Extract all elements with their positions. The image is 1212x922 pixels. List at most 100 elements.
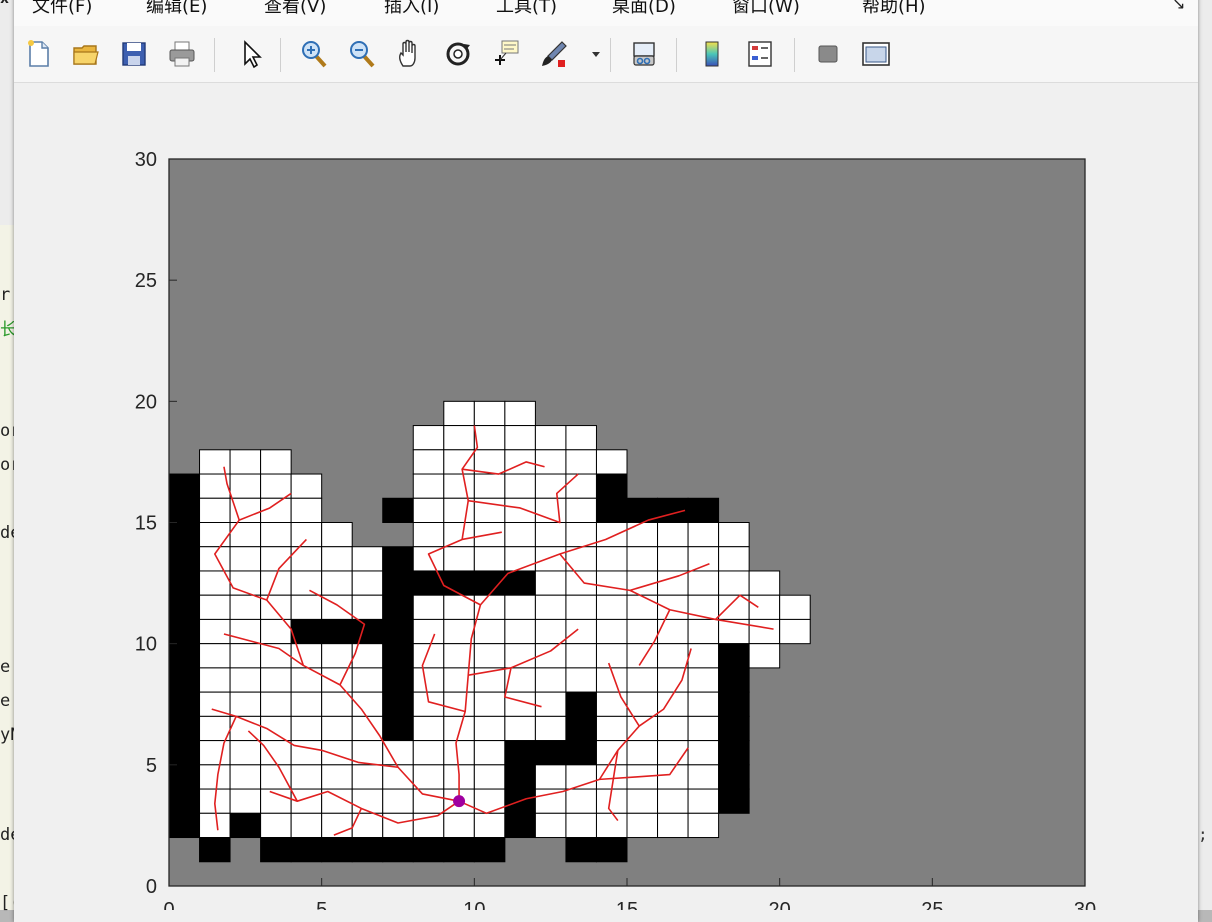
free-cell: [718, 522, 750, 548]
free-cell: [534, 546, 567, 572]
free-cell: [199, 764, 231, 790]
obstacle-cell: [565, 715, 597, 742]
free-cell: [687, 667, 720, 693]
obstacle-cell: [718, 643, 750, 669]
free-cell: [595, 570, 628, 596]
free-cell: [626, 667, 659, 693]
free-cell: [565, 643, 597, 669]
free-cell: [412, 425, 445, 451]
x-tick-label: 30: [1074, 899, 1096, 910]
obstacle-cell: [382, 643, 414, 669]
free-cell: [687, 788, 720, 814]
free-cell: [748, 594, 781, 620]
obstacle-cell: [687, 497, 720, 523]
free-cell: [321, 546, 353, 572]
x-tick-label: 20: [769, 899, 791, 910]
free-cell: [748, 643, 781, 669]
obstacle-cell: [168, 546, 201, 572]
free-cell: [412, 449, 445, 475]
free-cell: [504, 425, 536, 451]
y-tick-label: 0: [146, 876, 157, 898]
obstacle-cell: [382, 570, 414, 596]
obstacle-cell: [382, 667, 414, 693]
obstacle-cell: [534, 740, 567, 766]
free-cell: [748, 618, 781, 645]
free-cell: [351, 764, 384, 790]
free-cell: [687, 546, 720, 572]
free-cell: [229, 788, 262, 814]
free-cell: [229, 643, 262, 669]
free-cell: [657, 764, 689, 790]
obstacle-cell: [229, 812, 262, 839]
obstacle-cell: [382, 546, 414, 572]
free-cell: [229, 764, 262, 790]
obstacle-cell: [504, 812, 536, 839]
free-cell: [321, 667, 353, 693]
free-cell: [626, 812, 659, 839]
obstacle-cell: [168, 522, 201, 548]
free-cell: [260, 740, 292, 766]
free-cell: [473, 425, 506, 451]
obstacle-cell: [168, 473, 201, 499]
free-cell: [351, 570, 384, 596]
free-cell: [290, 570, 323, 596]
free-cell: [351, 715, 384, 742]
obstacle-cell: [168, 618, 201, 645]
free-cell: [199, 618, 231, 645]
free-cell: [412, 618, 445, 645]
free-cell: [321, 740, 353, 766]
x-tick-label: 5: [316, 899, 327, 910]
free-cell: [412, 594, 445, 620]
free-cell: [290, 764, 323, 790]
free-cell: [321, 570, 353, 596]
free-cell: [260, 473, 292, 499]
free-cell: [199, 497, 231, 523]
free-cell: [504, 594, 536, 620]
free-cell: [473, 400, 506, 427]
obstacle-cell: [168, 570, 201, 596]
free-cell: [260, 522, 292, 548]
obstacle-cell: [260, 837, 292, 863]
free-cell: [290, 643, 323, 669]
free-cell: [595, 449, 628, 475]
obstacle-cell: [473, 837, 506, 863]
free-cell: [534, 764, 567, 790]
free-cell: [657, 594, 689, 620]
free-cell: [687, 522, 720, 548]
free-cell: [443, 522, 475, 548]
free-cell: [290, 691, 323, 717]
free-cell: [504, 473, 536, 499]
free-cell: [412, 546, 445, 572]
free-cell: [748, 570, 781, 596]
free-cell: [473, 546, 506, 572]
free-cell: [473, 473, 506, 499]
free-cell: [595, 812, 628, 839]
free-cell: [351, 594, 384, 620]
free-cell: [473, 449, 506, 475]
free-cell: [260, 812, 292, 839]
obstacle-cell: [168, 740, 201, 766]
free-cell: [199, 812, 231, 839]
free-cell: [443, 740, 475, 766]
free-cell: [534, 788, 567, 814]
free-cell: [687, 740, 720, 766]
obstacle-cell: [168, 764, 201, 790]
free-cell: [626, 546, 659, 572]
free-cell: [199, 546, 231, 572]
x-tick-label: 25: [921, 899, 943, 910]
free-cell: [260, 449, 292, 475]
free-cell: [534, 812, 567, 839]
free-cell: [657, 546, 689, 572]
free-cell: [412, 788, 445, 814]
free-cell: [290, 740, 323, 766]
obstacle-cell: [168, 594, 201, 620]
free-cell: [565, 473, 597, 499]
free-cell: [443, 691, 475, 717]
free-cell: [565, 667, 597, 693]
free-cell: [382, 740, 414, 766]
free-cell: [321, 522, 353, 548]
free-cell: [351, 788, 384, 814]
free-cell: [657, 812, 689, 839]
free-cell: [504, 546, 536, 572]
free-cell: [779, 594, 811, 620]
